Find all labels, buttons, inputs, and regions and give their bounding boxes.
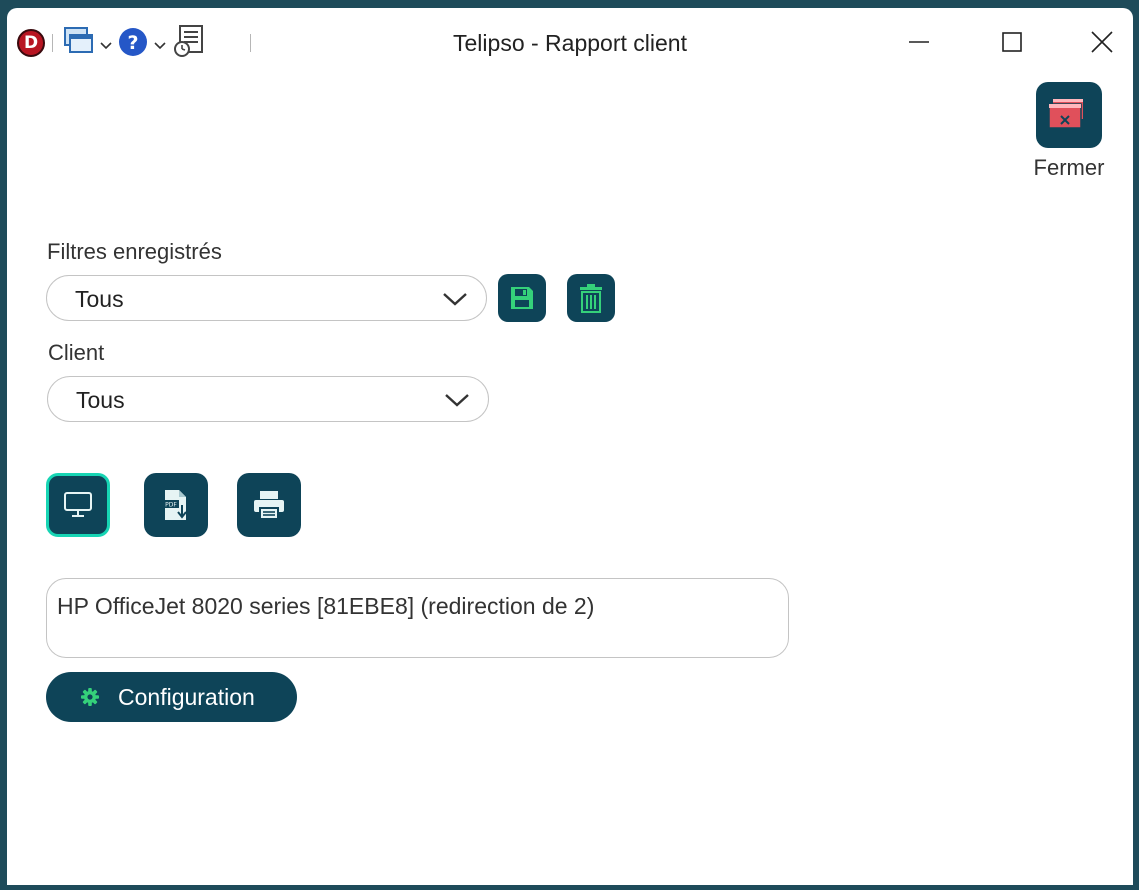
save-filter-button[interactable] [498, 274, 546, 322]
printer-icon [254, 491, 284, 520]
maximize-button[interactable] [992, 24, 1032, 60]
close-report-button[interactable] [1036, 82, 1102, 148]
trash-icon [580, 284, 602, 313]
app-window: D ? Telipso - Rapport client Fermer Filt… [7, 8, 1133, 885]
monitor-icon [64, 492, 92, 517]
close-icon [1091, 31, 1113, 53]
title-bar: D ? Telipso - Rapport client [7, 8, 1133, 78]
saved-filters-value: Tous [75, 286, 124, 312]
client-label: Client [48, 340, 105, 365]
gear-icon [81, 688, 99, 706]
window-title: Telipso - Rapport client [453, 30, 687, 56]
minimize-button[interactable] [899, 24, 939, 60]
pdf-output-button[interactable]: PDF [144, 473, 208, 537]
save-icon [511, 287, 533, 309]
saved-filters-select[interactable]: Tous [46, 275, 487, 321]
svg-text:PDF: PDF [165, 502, 177, 509]
configuration-button[interactable]: Configuration [46, 672, 297, 722]
chevron-down-icon [443, 293, 467, 306]
printer-field[interactable]: HP OfficeJet 8020 series [81EBE8] (redir… [46, 578, 789, 658]
configuration-label: Configuration [118, 684, 255, 710]
pdf-icon: PDF [163, 490, 187, 520]
chevron-down-icon [445, 394, 469, 407]
print-output-button[interactable] [237, 473, 301, 537]
client-value: Tous [76, 387, 125, 413]
maximize-icon [1002, 32, 1022, 52]
saved-filters-label: Filtres enregistrés [47, 239, 222, 264]
screen-output-button[interactable] [46, 473, 110, 537]
client-select[interactable]: Tous [47, 376, 489, 422]
minimize-icon [909, 41, 929, 43]
close-window-icon [1048, 99, 1083, 129]
window-close-button[interactable] [1082, 24, 1122, 60]
printer-name: HP OfficeJet 8020 series [81EBE8] (redir… [57, 593, 595, 619]
delete-filter-button[interactable] [567, 274, 615, 322]
close-report-label: Fermer [1033, 155, 1105, 180]
